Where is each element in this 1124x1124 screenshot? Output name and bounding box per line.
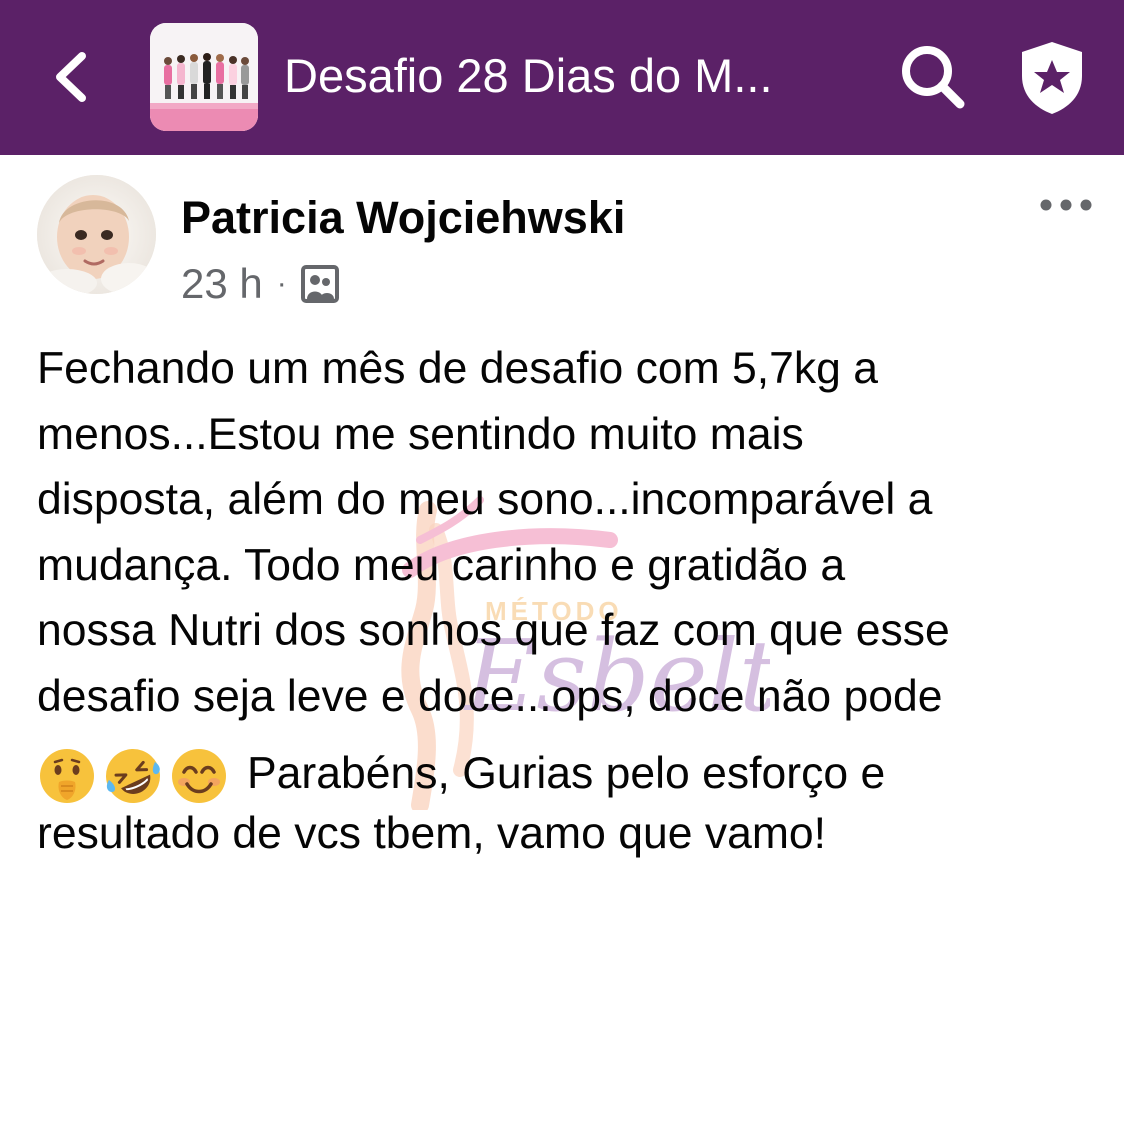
smiling-face-emoji xyxy=(172,749,226,804)
meta-separator: · xyxy=(276,267,287,300)
post-line: resultado de vcs tbem, vamo que vamo! xyxy=(37,809,827,858)
post-line: Fechando um mês de desafio com 5,7kg a xyxy=(37,344,879,393)
search-icon xyxy=(902,46,965,109)
group-photo-icon xyxy=(300,265,339,303)
post-timestamp[interactable]: 23 h xyxy=(181,260,263,308)
more-options-button[interactable] xyxy=(1036,190,1096,220)
post-body: Fechando um mês de desafio com 5,7kg a m… xyxy=(37,336,1097,867)
back-button[interactable] xyxy=(40,42,104,112)
post-line: mudança. Todo meu carinho e gratidão a xyxy=(37,540,846,590)
shield-star-icon xyxy=(1022,42,1082,114)
rolling-laughing-emoji xyxy=(106,749,160,804)
group-title[interactable]: Desafio 28 Dias do M... xyxy=(284,44,864,108)
chevron-left-icon xyxy=(56,52,86,102)
post-line: desafio seja leve e doce...ops, doce não… xyxy=(37,671,943,721)
admin-tools-button[interactable] xyxy=(1016,38,1088,116)
face-with-hand-over-mouth-emoji xyxy=(40,749,94,804)
post-line: nossa Nutri dos sonhos que faz com que e… xyxy=(37,606,950,655)
post-line: disposta, além do meu sono...incomparáve… xyxy=(37,475,933,524)
author-avatar[interactable] xyxy=(37,175,156,294)
emoji-group xyxy=(37,746,229,806)
author-name[interactable]: Patricia Wojciehwski xyxy=(181,190,625,246)
search-button[interactable] xyxy=(896,40,970,114)
top-app-bar: Desafio 28 Dias do M... xyxy=(0,0,1124,155)
post-meta: 23 h · xyxy=(181,256,339,312)
more-dots-icon xyxy=(1040,199,1092,211)
post-line: Parabéns, Gurias pelo esforço e xyxy=(247,749,886,798)
group-cover-image[interactable] xyxy=(150,23,258,131)
post-line: menos...Estou me sentindo muito mais xyxy=(37,409,804,459)
